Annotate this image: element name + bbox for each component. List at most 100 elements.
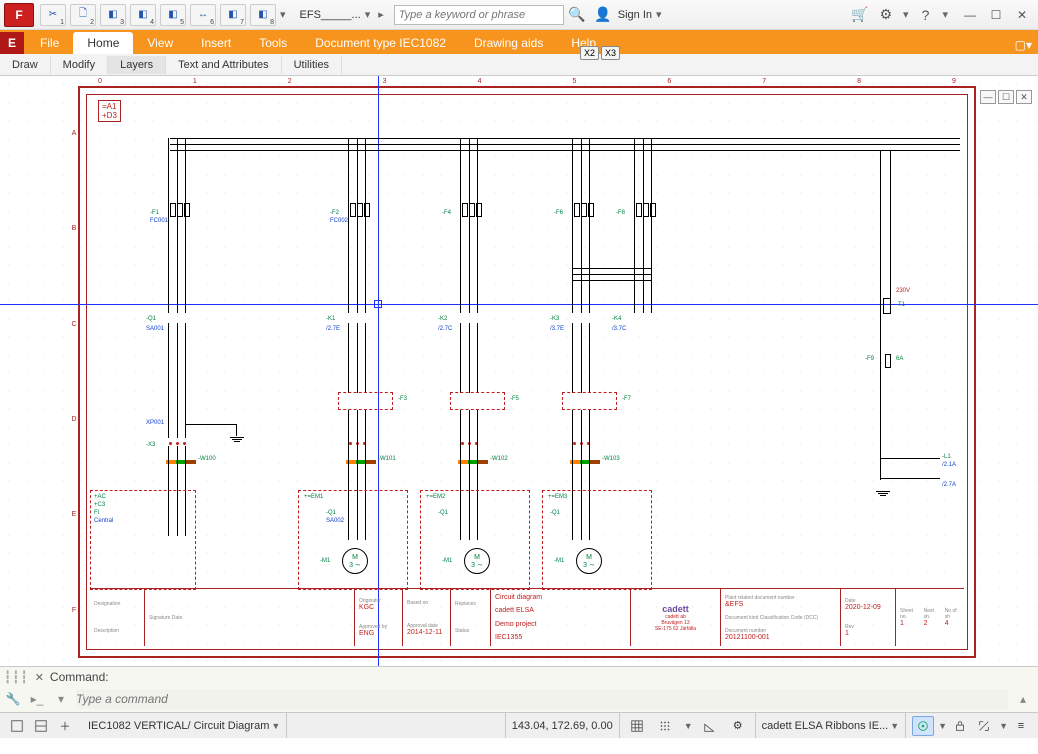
ribbon-tab-home[interactable]: Home xyxy=(73,32,133,54)
command-tool-icon[interactable]: 🔧 xyxy=(4,692,22,706)
lbl-f8: -F8 xyxy=(616,210,625,216)
status-plus-icon[interactable]: ＋ xyxy=(54,716,76,736)
quick-access-toolbar: ✂1 🗋2 ◧3 ◧4 ◧5 ↔6 ◧7 ◧8 xyxy=(40,4,276,26)
motor-2: M 3 ∼ xyxy=(464,548,490,574)
help-search-input[interactable] xyxy=(394,5,564,25)
lbl-f7: -F7 xyxy=(622,396,631,402)
lbl-fc2: FC002 xyxy=(330,218,348,224)
viewport-min-icon[interactable]: — xyxy=(980,90,996,104)
viewport-max-icon[interactable]: ☐ xyxy=(998,90,1014,104)
status-customize-icon[interactable]: ≡ xyxy=(1010,716,1032,736)
sign-in-link[interactable]: Sign In xyxy=(618,9,652,21)
status-settings-icon[interactable]: ⚙ xyxy=(727,716,749,736)
user-icon[interactable]: 👤 xyxy=(592,4,614,26)
qat-btn-4[interactable]: ◧4 xyxy=(130,4,156,26)
command-panel: ┇┇┇ ✕ Command: 🔧 ▸_ ▾ ▴ xyxy=(0,666,1038,712)
command-history-icon[interactable]: ▴ xyxy=(1014,692,1032,706)
cart-icon[interactable]: 🛒 xyxy=(849,4,871,26)
share-icon[interactable]: ⚙ xyxy=(875,4,897,26)
minimize-button[interactable]: — xyxy=(958,5,982,25)
command-chevron-icon[interactable]: ▾ xyxy=(52,692,70,706)
help-icon[interactable]: ? xyxy=(914,4,936,26)
ribbon-tab-view[interactable]: View xyxy=(133,32,187,54)
lbl-f6: -F6 xyxy=(554,210,563,216)
ribbon-tab-file[interactable]: File xyxy=(26,32,73,54)
keytips: X2 X3 xyxy=(580,46,620,60)
ribbon-tab-doctype[interactable]: Document type IEC1082 xyxy=(301,32,460,54)
lbl-f2: -F2 xyxy=(330,210,339,216)
app-menu-button[interactable]: F xyxy=(4,3,34,27)
share-dropdown-icon[interactable]: ▾ xyxy=(903,8,909,21)
status-anno-dropdown[interactable]: ▼ xyxy=(938,721,947,731)
status-scale-dropdown[interactable]: ▼ xyxy=(999,721,1008,731)
qat-btn-6[interactable]: ↔6 xyxy=(190,4,216,26)
lbl-fc1: FC001 xyxy=(150,218,168,224)
status-angle-icon[interactable] xyxy=(699,716,721,736)
drawing-canvas[interactable]: 0123456789 ABCDEF — ☐ ✕ =A1+D3 -F1 -F2 -… xyxy=(0,76,1038,666)
status-workspace[interactable]: cadett ELSA Ribbons IE...▼ xyxy=(755,713,907,738)
status-lock-icon[interactable] xyxy=(949,716,971,736)
cadett-logo: cadett xyxy=(662,604,689,614)
doc-dropdown-icon[interactable]: ▾ xyxy=(365,8,371,21)
keytip-x3: X3 xyxy=(601,46,620,60)
ruler-left: ABCDEF xyxy=(70,86,78,658)
ribbon-tab-insert[interactable]: Insert xyxy=(187,32,245,54)
lbl-f4: -F4 xyxy=(442,210,451,216)
command-close-icon[interactable]: ✕ xyxy=(35,671,44,684)
titlebar: F ✂1 🗋2 ◧3 ◧4 ◧5 ↔6 ◧7 ◧8 ▾ EFS_____... … xyxy=(0,0,1038,30)
status-layout-icon[interactable] xyxy=(30,716,52,736)
status-bar: ＋ IEC1082 VERTICAL/ Circuit Diagram▼ 143… xyxy=(0,712,1038,738)
lbl-x3: -X3 xyxy=(146,442,155,448)
ruler-top: 0123456789 xyxy=(78,78,976,86)
ribbon-tab-drawingaids[interactable]: Drawing aids xyxy=(460,32,557,54)
status-model-icon[interactable] xyxy=(6,716,28,736)
lbl-k4: -K4 xyxy=(612,316,621,322)
command-input[interactable] xyxy=(76,689,1008,709)
panel-tab-utilities[interactable]: Utilities xyxy=(282,56,342,74)
qat-btn-8[interactable]: ◧8 xyxy=(250,4,276,26)
qat-btn-1[interactable]: ✂1 xyxy=(40,4,66,26)
motor-3: M 3 ∼ xyxy=(576,548,602,574)
help-dropdown-icon[interactable]: ▾ xyxy=(942,8,948,21)
status-scale-icon[interactable] xyxy=(973,716,995,736)
viewport-controls: — ☐ ✕ xyxy=(980,90,1032,104)
status-snap-icon[interactable] xyxy=(654,716,676,736)
panel-tab-layers[interactable]: Layers xyxy=(108,56,166,74)
lbl-q1: -Q1 xyxy=(146,316,156,322)
qat-btn-2[interactable]: 🗋2 xyxy=(70,4,96,26)
maximize-button[interactable]: ☐ xyxy=(984,5,1008,25)
keytip-x2: X2 xyxy=(580,46,599,60)
status-anno-icon[interactable] xyxy=(912,716,934,736)
schematic: =A1+D3 -F1 -F2 -F4 -F6 -F8 FC001 FC002 xyxy=(90,98,964,646)
lbl-w102: -W102 xyxy=(490,456,508,462)
search-icon[interactable]: 🔍 xyxy=(566,4,588,26)
qat-btn-5[interactable]: ◧5 xyxy=(160,4,186,26)
lbl-w101: -W101 xyxy=(378,456,396,462)
qat-dropdown-icon[interactable]: ▾ xyxy=(280,8,286,21)
ribbon-tab-e[interactable]: E xyxy=(0,32,24,54)
viewport-close-icon[interactable]: ✕ xyxy=(1016,90,1032,104)
status-layout-name[interactable]: IEC1082 VERTICAL/ Circuit Diagram▼ xyxy=(82,713,287,738)
close-button[interactable]: ✕ xyxy=(1010,5,1034,25)
lbl-k2: -K2 xyxy=(438,316,447,322)
command-grip-icon[interactable]: ┇┇┇ xyxy=(4,670,29,684)
lbl-f5: -F5 xyxy=(510,396,519,402)
qat-btn-3[interactable]: ◧3 xyxy=(100,4,126,26)
lbl-k3: -K3 xyxy=(550,316,559,322)
ribbon-tab-tools[interactable]: Tools xyxy=(245,32,301,54)
panel-tabs: Draw Modify Layers Text and Attributes U… xyxy=(0,54,1038,76)
lbl-sa1: SA001 xyxy=(146,326,164,332)
qat-btn-7[interactable]: ◧7 xyxy=(220,4,246,26)
ribbon: E File Home View Insert Tools Document t… xyxy=(0,30,1038,54)
status-snap-dropdown[interactable]: ▼ xyxy=(684,721,693,731)
status-grid-icon[interactable] xyxy=(626,716,648,736)
panel-tab-draw[interactable]: Draw xyxy=(0,56,51,74)
signin-dropdown-icon[interactable]: ▾ xyxy=(656,8,662,21)
lbl-f9: -F9 xyxy=(865,356,874,362)
lbl-f3: -F3 xyxy=(398,396,407,402)
panel-tab-modify[interactable]: Modify xyxy=(51,56,108,74)
panel-tab-text[interactable]: Text and Attributes xyxy=(166,56,282,74)
lbl-l1: -L1 xyxy=(942,454,951,460)
ribbon-collapse-icon[interactable]: ▢▾ xyxy=(1009,36,1038,54)
doc-nav-icon[interactable]: ▸ xyxy=(378,8,384,21)
